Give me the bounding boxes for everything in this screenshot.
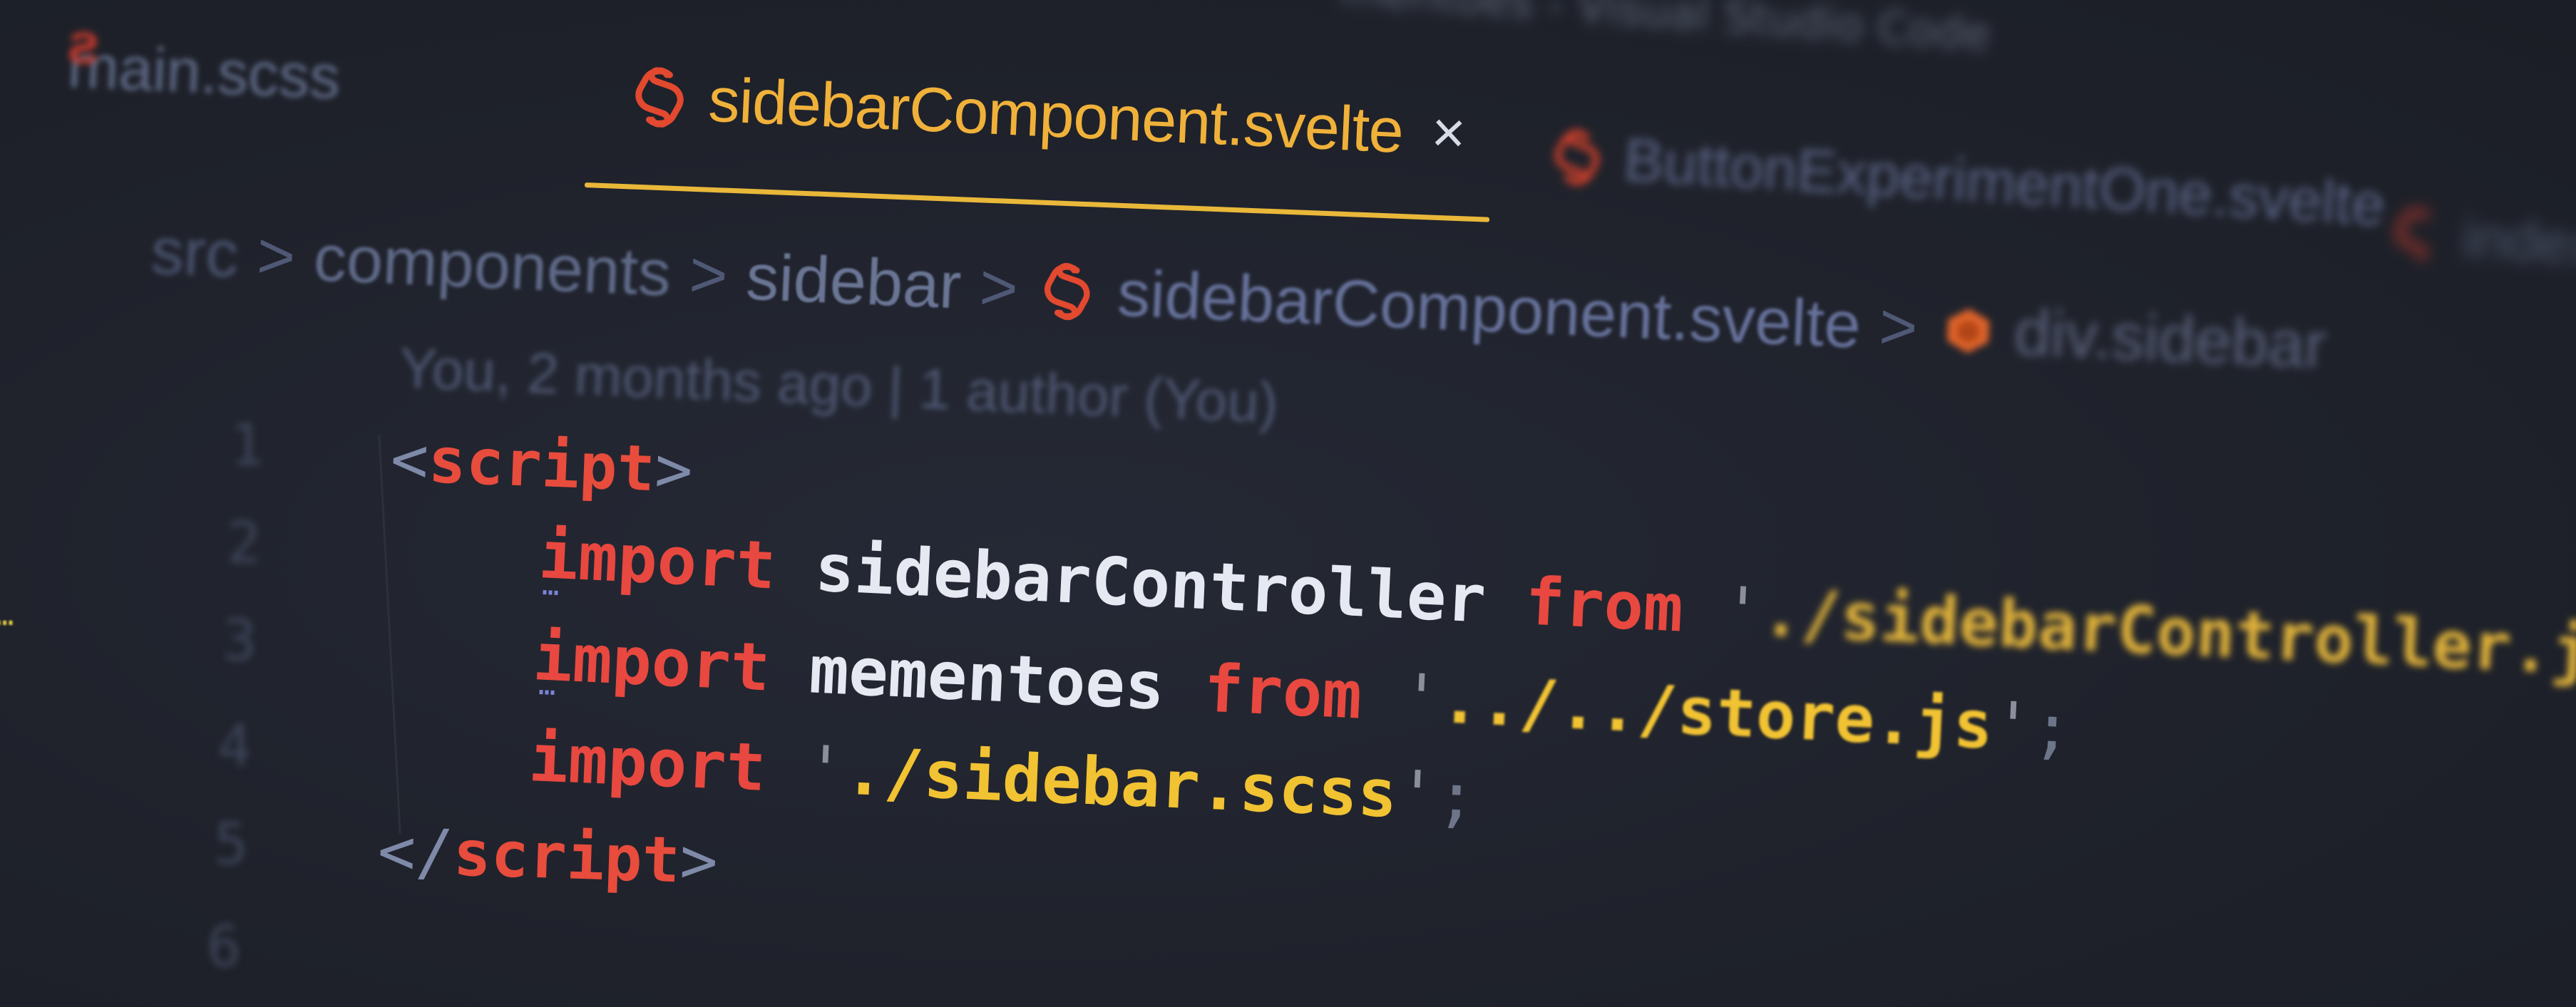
- svelte-icon: [633, 66, 686, 128]
- git-blame-annotation[interactable]: You, 2 months ago | 1 author (You): [398, 335, 1279, 435]
- tab-label: ButtonExperimentOne.svelte: [1622, 125, 2388, 239]
- editor-window: mentoes - Visual Studio Code ƨ main.scss…: [0, 0, 2576, 1007]
- keyword-from: from: [1202, 650, 1364, 734]
- tag-open-bracket: </: [376, 814, 455, 890]
- tab-label: main.scss: [66, 32, 342, 112]
- string-literal: ../../store.js: [1439, 661, 1995, 764]
- breadcrumb-item-sidebar[interactable]: sidebar: [744, 239, 963, 324]
- string-literal: ./sidebarController.js: [1760, 574, 2576, 692]
- tab-label: sidebarComponent.svelte: [707, 63, 1405, 166]
- close-icon[interactable]: ×: [1430, 99, 1467, 167]
- code-line-4[interactable]: import './sidebar.scss';: [528, 720, 1478, 836]
- tab-main-scss[interactable]: ƨ main.scss: [66, 11, 342, 113]
- tag-close-bracket: >: [653, 432, 694, 507]
- breadcrumb-item-components[interactable]: components: [312, 221, 672, 311]
- chevron-right-icon: >: [687, 238, 729, 313]
- keyword-import: import: [537, 517, 778, 604]
- tag-name: script: [452, 816, 682, 897]
- scss-icon: ƨ: [66, 10, 102, 77]
- line-number: 3: [222, 607, 257, 673]
- svelte-icon: [1553, 128, 1602, 187]
- string-quote: ': [1395, 756, 1439, 835]
- string-quote: ': [1720, 572, 1764, 651]
- svelte-icon: [2394, 206, 2441, 263]
- string-quote: ': [1991, 687, 2034, 766]
- hint-dots: ⋯: [540, 575, 559, 609]
- string-quote: ': [804, 731, 846, 810]
- semicolon: ;: [2030, 689, 2074, 768]
- identifier: sidebarController: [813, 530, 1488, 638]
- tab-label: index: [2460, 205, 2576, 277]
- line-number: 6: [207, 914, 242, 980]
- element-icon: [1942, 304, 1994, 356]
- active-tab-indicator: [584, 182, 1490, 222]
- identifier: mementoes: [807, 631, 1166, 725]
- breadcrumb-item-file[interactable]: sidebarComponent.svelte: [1116, 256, 1862, 363]
- keyword-from: from: [1523, 563, 1685, 647]
- gutter-marker: …: [0, 597, 14, 632]
- line-number: 1: [230, 412, 265, 478]
- breadcrumb-item-element[interactable]: div.sidebar: [2013, 295, 2328, 383]
- chevron-right-icon: >: [1877, 289, 1919, 365]
- keyword-import: import: [527, 720, 768, 806]
- svelte-icon: [1042, 262, 1092, 321]
- string-literal: ./sidebar.scss: [843, 733, 1399, 832]
- tab-strip: ƨ main.scss sidebarComponent.svelte × Bu…: [0, 0, 2576, 277]
- tab-sidebar-component[interactable]: sidebarComponent.svelte ×: [633, 60, 1467, 170]
- code-line-1[interactable]: <script>: [389, 422, 694, 507]
- chevron-right-icon: >: [255, 219, 297, 294]
- line-number: 2: [227, 510, 262, 576]
- tab-index[interactable]: index: [2393, 200, 2576, 278]
- tag-close-bracket: >: [679, 823, 719, 898]
- line-number: 4: [217, 713, 252, 779]
- hint-dots: ⋯: [537, 675, 555, 709]
- string-quote: ': [1399, 659, 1443, 738]
- keyword-import: import: [531, 619, 772, 706]
- breadcrumb-item-src[interactable]: src: [150, 214, 240, 292]
- tag-name: script: [426, 423, 657, 506]
- chevron-right-icon: >: [977, 250, 1020, 326]
- line-number: 5: [214, 811, 249, 877]
- code-line-5[interactable]: </script>: [376, 814, 719, 898]
- tab-button-experiment[interactable]: ButtonExperimentOne.svelte: [1552, 121, 2387, 239]
- tag-open-bracket: <: [389, 422, 430, 497]
- semicolon: ;: [1435, 758, 1478, 836]
